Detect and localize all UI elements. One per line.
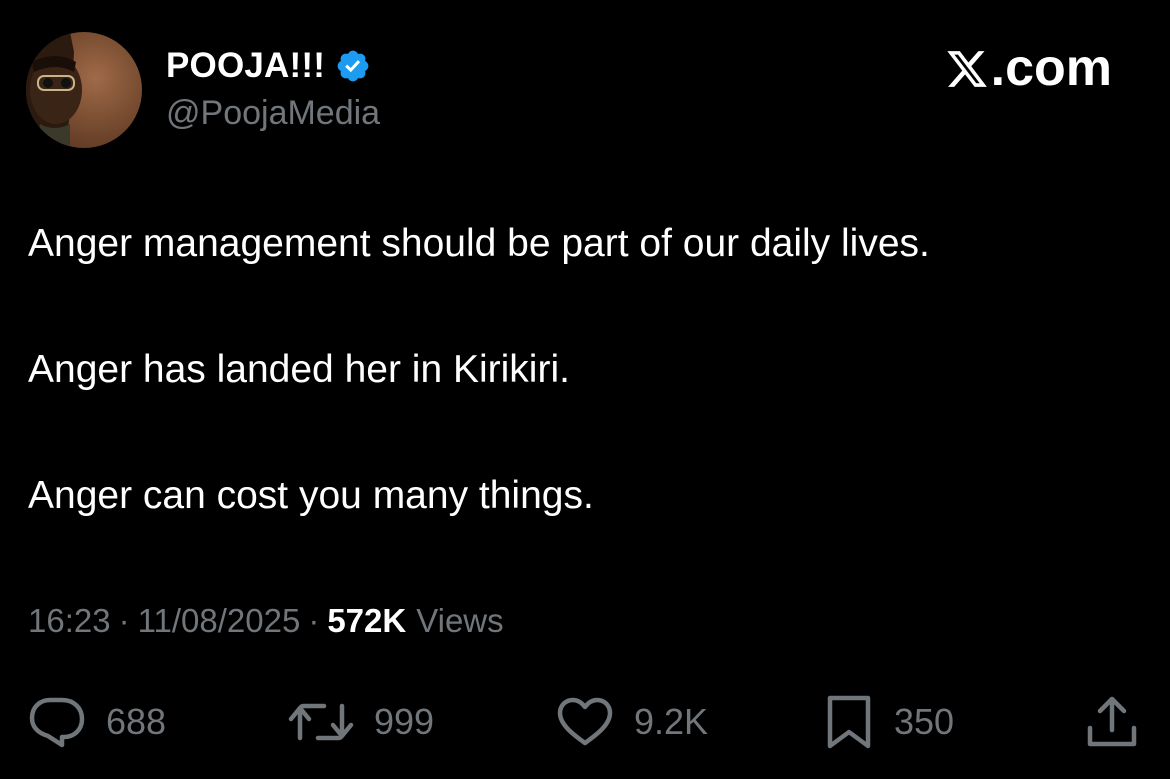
bookmark-button[interactable]: 350 (824, 692, 954, 752)
tweet-paragraph: Anger has landed her in Kirikiri. (28, 348, 570, 391)
author-display-name[interactable]: POOJA!!! (166, 46, 325, 86)
brand-domain-label: .com (990, 39, 1112, 97)
reply-count: 688 (106, 701, 167, 742)
retweet-icon (288, 698, 354, 746)
tweet-paragraph: Anger can cost you many things. (28, 474, 594, 517)
tweet-date[interactable]: 11/08/2025 (138, 602, 301, 640)
meta-separator: · (118, 602, 130, 639)
bookmark-count: 350 (894, 701, 955, 742)
verified-badge-icon (335, 48, 371, 84)
like-count: 9.2K (634, 701, 709, 742)
reply-icon (28, 696, 86, 748)
action-bar: 688 999 9.2K 350 (0, 692, 1170, 752)
tweet-time[interactable]: 16:23 (28, 602, 111, 640)
like-button[interactable]: 9.2K (556, 692, 708, 752)
x-logo-icon (946, 51, 987, 87)
tweet-paragraph: Anger management should be part of our d… (28, 222, 930, 265)
avatar[interactable] (26, 32, 142, 148)
meta-separator: · (308, 602, 320, 639)
share-icon (1084, 694, 1140, 750)
views-count: 572K (327, 602, 407, 639)
share-button[interactable] (1084, 692, 1140, 752)
avatar-image (26, 32, 142, 148)
brand-watermark: .com (945, 39, 1112, 97)
author-handle[interactable]: @PoojaMedia (166, 94, 380, 133)
heart-icon (556, 697, 614, 747)
tweet-metadata: 16:23 · 11/08/2025 · 572K Views (28, 602, 504, 640)
bookmark-icon (824, 694, 874, 750)
author-name-row: POOJA!!! (166, 44, 371, 88)
reply-button[interactable]: 688 (28, 692, 166, 752)
tweet-card: POOJA!!! @PoojaMedia .com Anger manageme… (0, 0, 1170, 779)
retweet-button[interactable]: 999 (288, 692, 434, 752)
views-label: Views (416, 602, 504, 639)
retweet-count: 999 (374, 701, 435, 742)
